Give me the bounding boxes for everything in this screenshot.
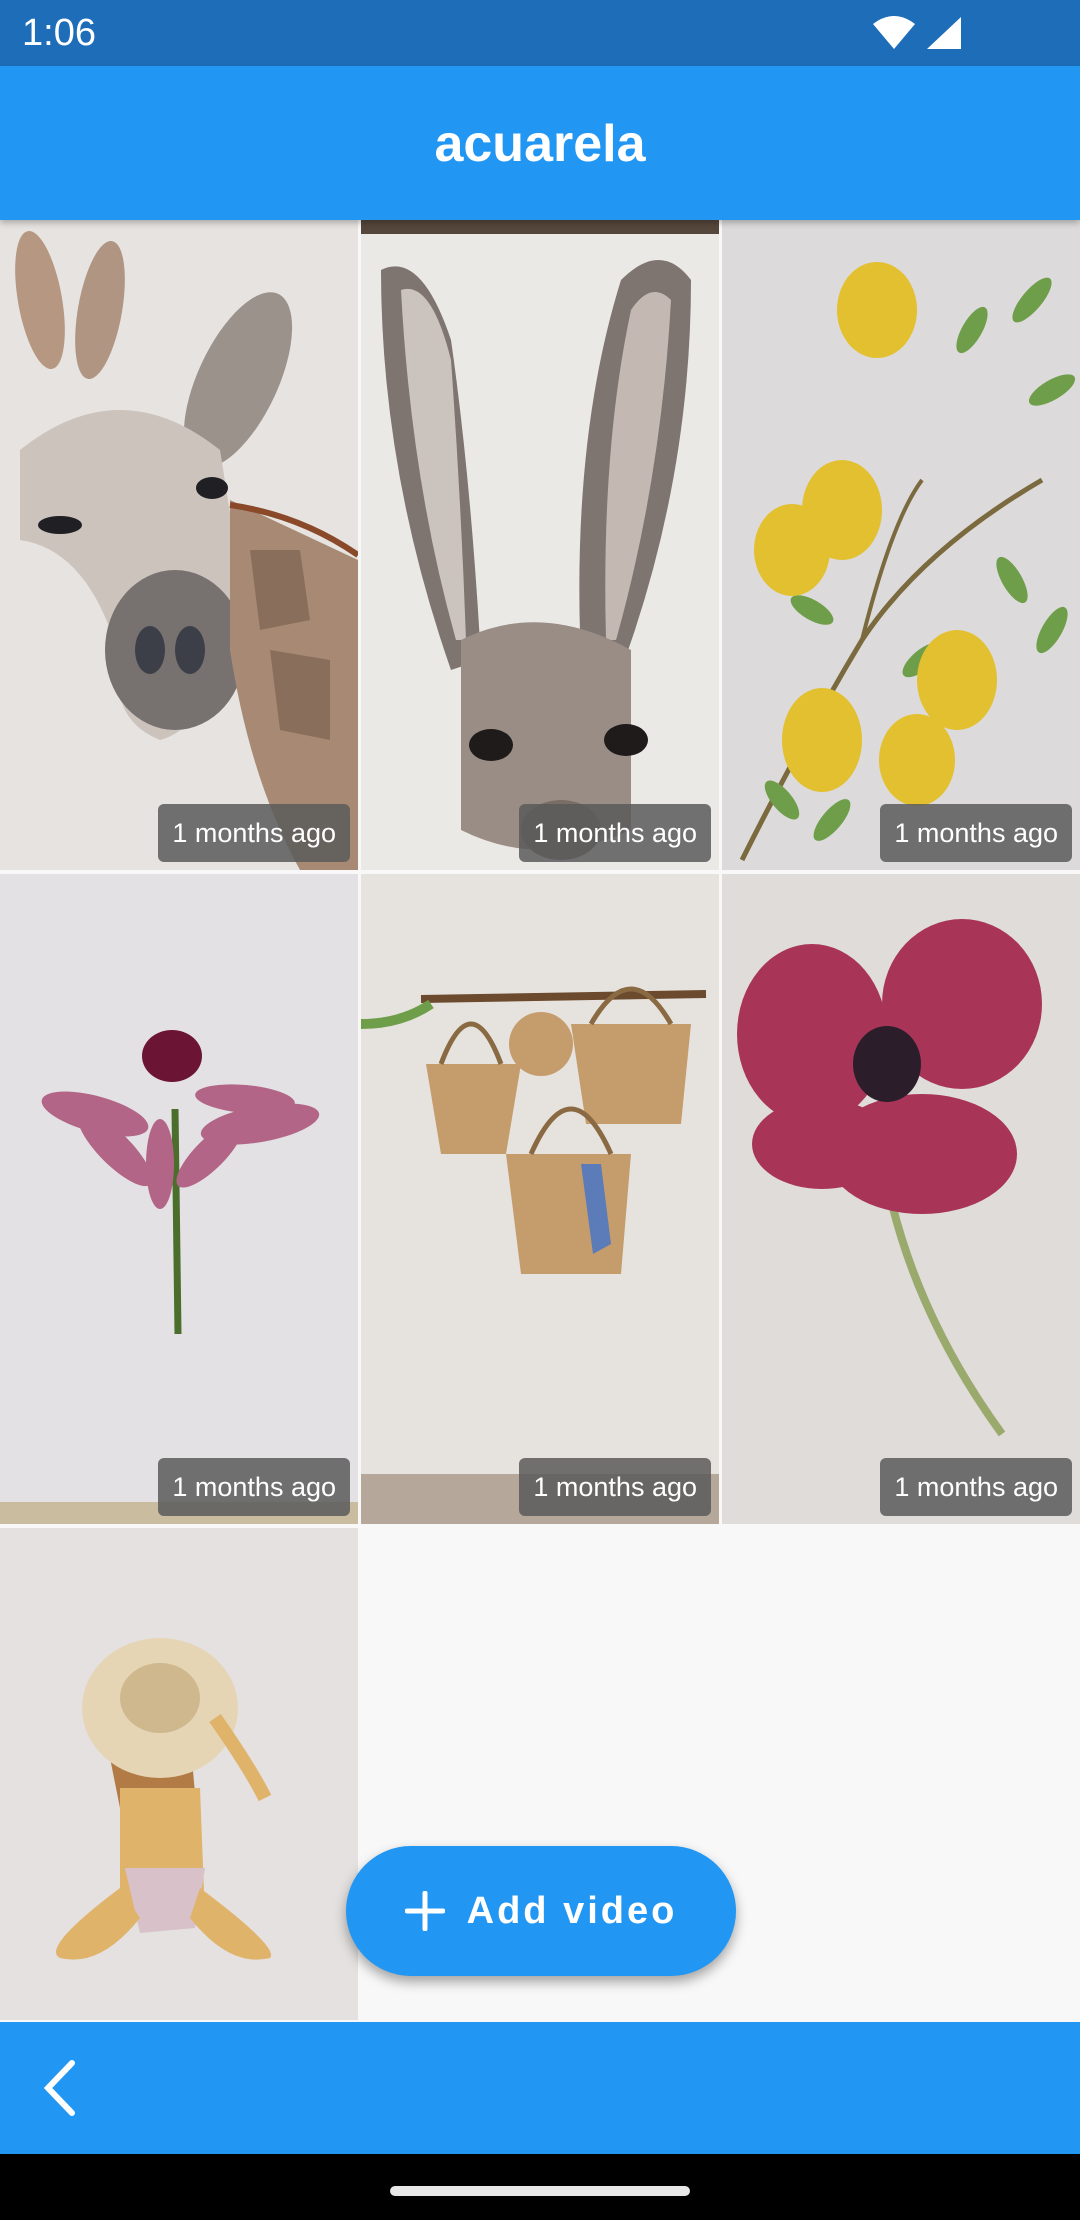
video-grid: 1 months ago 1 months ago 1 months ago 1… (0, 220, 1080, 2020)
app-bar: acuarela (0, 66, 1080, 220)
back-button[interactable] (20, 2048, 100, 2128)
straw-baskets-painting (361, 874, 719, 1524)
video-age-label: 1 months ago (158, 1458, 350, 1516)
giraffe-painting (0, 220, 358, 870)
add-video-button[interactable]: Add video (346, 1846, 736, 1976)
plus-icon (404, 1891, 445, 1931)
video-tile-girl-with-hat[interactable] (0, 1528, 358, 2020)
video-age-label: 1 months ago (880, 1458, 1072, 1516)
coneflower-painting (0, 874, 358, 1524)
red-poppy-painting (722, 874, 1080, 1524)
girl-with-hat-painting (0, 1528, 358, 2020)
lemons-painting (722, 220, 1080, 870)
video-tile-straw-baskets[interactable]: 1 months ago (361, 874, 719, 1524)
video-tile-coneflower[interactable]: 1 months ago (0, 874, 358, 1524)
status-time: 1:06 (22, 12, 96, 54)
video-tile-red-poppy[interactable]: 1 months ago (722, 874, 1080, 1524)
video-tile-hare[interactable]: 1 months ago (361, 220, 719, 870)
page-title: acuarela (434, 115, 646, 173)
signal-icon (927, 17, 961, 49)
video-age-label: 1 months ago (158, 804, 350, 862)
hare-painting (361, 220, 719, 870)
bottom-bar (0, 2022, 1080, 2154)
chevron-left-icon (43, 2060, 75, 2116)
video-tile-giraffe[interactable]: 1 months ago (0, 220, 358, 870)
system-nav-bar (0, 2154, 1080, 2220)
status-bar: 1:06 (0, 0, 1080, 66)
video-age-label: 1 months ago (519, 1458, 711, 1516)
video-age-label: 1 months ago (880, 804, 1072, 862)
home-handle[interactable] (390, 2186, 690, 2196)
wifi-icon (873, 16, 915, 49)
video-tile-lemons[interactable]: 1 months ago (722, 220, 1080, 870)
video-age-label: 1 months ago (519, 804, 711, 862)
add-video-label: Add video (466, 1889, 678, 1932)
